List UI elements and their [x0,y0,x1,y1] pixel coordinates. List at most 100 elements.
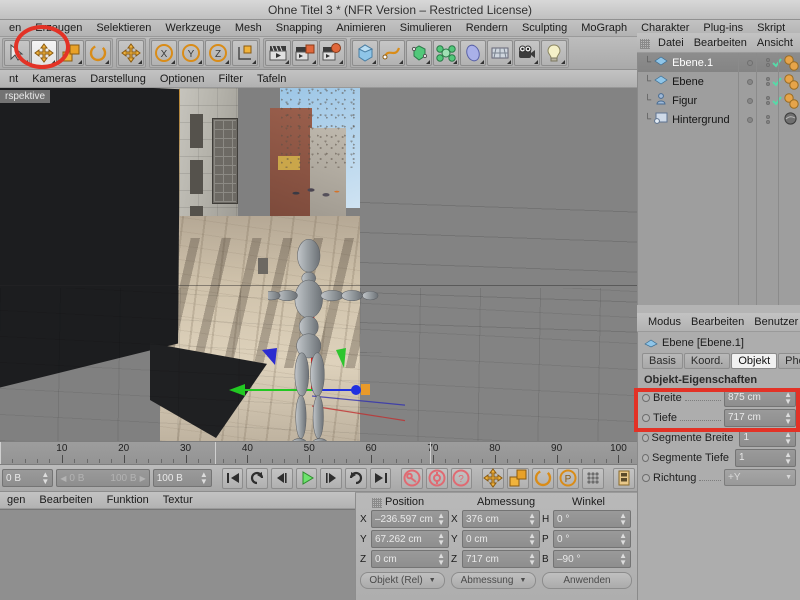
object-manager-menu[interactable]: Datei Bearbeiten Ansicht [637,33,800,53]
menu-item-rendern[interactable]: Rendern [459,20,515,36]
angle-p-field[interactable]: 0 ° ▲ ▼ [553,530,631,548]
play-button[interactable] [295,467,318,489]
coordinate-mode-dropdown[interactable]: Objekt (Rel) ▼ [360,572,445,589]
scale-key-button[interactable] [507,467,530,489]
property-field-breite[interactable]: 875 cm ▲ ▼ [724,388,796,407]
lock-y-axis[interactable]: Y [178,40,204,66]
render-dot-bottom[interactable] [766,120,770,124]
viewport-menu-bar[interactable]: nt Kameras Darstellung Optionen Filter Tafeln [0,70,640,88]
material-manager-area[interactable] [0,509,355,600]
lock-z-axis[interactable]: Z [205,40,231,66]
material-menu-item-bearbeiten[interactable]: Bearbeiten [32,492,99,508]
property-radio-richtung[interactable] [642,473,650,482]
property-radio-segmente-tiefe[interactable] [642,453,649,462]
position-y-field[interactable]: 67.262 cm ▲ ▼ [371,530,449,548]
menu-item-werkzeuge[interactable]: Werkzeuge [158,20,227,36]
move-tool[interactable] [31,40,57,66]
visibility-dots[interactable] [743,59,757,66]
viewport-menu-item-tafeln[interactable]: Tafeln [250,70,293,87]
menu-item-sculpting[interactable]: Sculpting [515,20,574,36]
object-row[interactable]: └ Ebene.1 [638,53,800,72]
menu-item-simulieren[interactable]: Simulieren [393,20,459,36]
attribute-tab-koord[interactable]: Koord. [683,353,731,369]
viewport-menu-item-filter[interactable]: Filter [212,70,250,87]
viewport-menu-item-nt[interactable]: nt [2,70,25,87]
object-row[interactable]: └ Hintergrund [638,110,800,129]
attribute-tab-basis[interactable]: Basis [642,353,683,369]
3d-viewport[interactable]: rspektive [0,88,637,441]
material-menu-item-funktion[interactable]: Funktion [100,492,156,508]
property-radio-segmente-breite[interactable] [642,433,649,442]
add-environment[interactable] [487,40,513,66]
render-dot-bottom[interactable] [766,63,770,67]
render-dot-bottom[interactable] [766,82,770,86]
add-cube-object[interactable] [352,40,378,66]
object-menu-item-bearbeiten[interactable]: Bearbeiten [689,33,752,52]
world-object-coordinates[interactable] [232,40,258,66]
step-forward-button[interactable] [320,467,343,489]
size-mode-dropdown[interactable]: Abmessung ▼ [451,572,536,589]
render-dot-bottom[interactable] [766,101,770,105]
coordinate-manager[interactable]: Position Abmessung Winkel X –236.597 cm ▲ ▼… [355,492,637,600]
render-region[interactable] [292,40,318,66]
property-dropdown-richtung[interactable]: +Y ▼ [724,469,796,486]
visibility-dots[interactable] [743,78,757,85]
stepper-icon[interactable]: ▲ ▼ [619,552,627,567]
render-dot-top[interactable] [766,115,770,119]
tag-green-check[interactable] [771,95,783,110]
attribute-tabs[interactable]: BasisKoord.ObjektPhong [642,353,800,369]
material-manager-menu[interactable]: gen Bearbeiten Funktion Textur [0,492,355,509]
end-frame-field[interactable]: 100 B ▲ ▼ [152,469,212,487]
stepper-icon[interactable]: ▲ ▼ [784,430,792,445]
material-tags[interactable] [784,112,797,128]
attribute-menu-item-benutzer[interactable]: Benutzer [749,313,800,331]
attribute-manager[interactable]: Ebene [Ebene.1] BasisKoord.ObjektPhong O… [637,332,800,600]
object-menu-item-ansicht[interactable]: Ansicht [752,33,798,52]
material-menu-item-textur[interactable]: Textur [156,492,200,508]
lock-x-axis[interactable]: X [151,40,177,66]
size-x-field[interactable]: 376 cm ▲ ▼ [462,510,540,528]
stepper-icon[interactable]: ▲ ▼ [528,552,536,567]
stepper-icon[interactable]: ▲ ▼ [41,471,49,486]
timeline-button[interactable] [613,467,636,489]
keyframe-selection-button[interactable]: ? [450,467,473,489]
render-dot-top[interactable] [766,96,770,100]
attribute-tab-phong[interactable]: Phong [778,353,800,369]
add-scene-object[interactable] [460,40,486,66]
object-menu-item-datei[interactable]: Datei [653,33,689,52]
mannequin-figure[interactable] [268,218,398,441]
stepper-icon[interactable]: ▲ ▼ [784,450,792,465]
object-manager[interactable]: └ Ebene.1 └ Ebene └ Figur └ Hintergrund [637,53,800,305]
editor-visibility-dot[interactable] [747,116,753,123]
record-keyframe-button[interactable] [401,467,423,489]
stepper-icon[interactable]: ▲ ▼ [200,471,208,486]
rotation-key-button[interactable] [532,467,555,489]
stepper-icon[interactable]: ▲ ▼ [784,410,792,425]
chevron-down-icon[interactable]: ▼ [785,474,792,481]
object-row[interactable]: └ Ebene [638,72,800,91]
material-menu-item-gen[interactable]: gen [0,492,32,508]
angle-h-field[interactable]: 0 ° ▲ ▼ [553,510,631,528]
visibility-dots[interactable] [743,116,757,123]
render-dot-top[interactable] [766,77,770,81]
size-z-field[interactable]: 717 cm ▲ ▼ [462,550,540,568]
position-key-button[interactable] [482,467,505,489]
add-deformer[interactable] [433,40,459,66]
tag-green-check[interactable] [771,57,783,72]
rotate-tool[interactable] [85,40,111,66]
go-to-end-button[interactable] [369,467,392,489]
angle-b-field[interactable]: –90 ° ▲ ▼ [553,550,631,568]
position-x-field[interactable]: –236.597 cm ▲ ▼ [371,510,449,528]
property-radio-breite[interactable] [642,393,650,402]
render-view[interactable] [265,40,291,66]
stepper-icon[interactable]: ▲ ▼ [437,532,445,547]
visibility-dots[interactable] [743,97,757,104]
editor-visibility-dot[interactable] [747,97,753,104]
attribute-tab-objekt[interactable]: Objekt [731,353,778,369]
parameter-key-button[interactable]: P [557,467,579,489]
attribute-menu-item-bearbeiten[interactable]: Bearbeiten [686,313,749,331]
autokey-button[interactable] [425,467,448,489]
menu-item-selektieren[interactable]: Selektieren [89,20,158,36]
render-dot-top[interactable] [766,58,770,62]
position-z-field[interactable]: 0 cm ▲ ▼ [371,550,449,568]
